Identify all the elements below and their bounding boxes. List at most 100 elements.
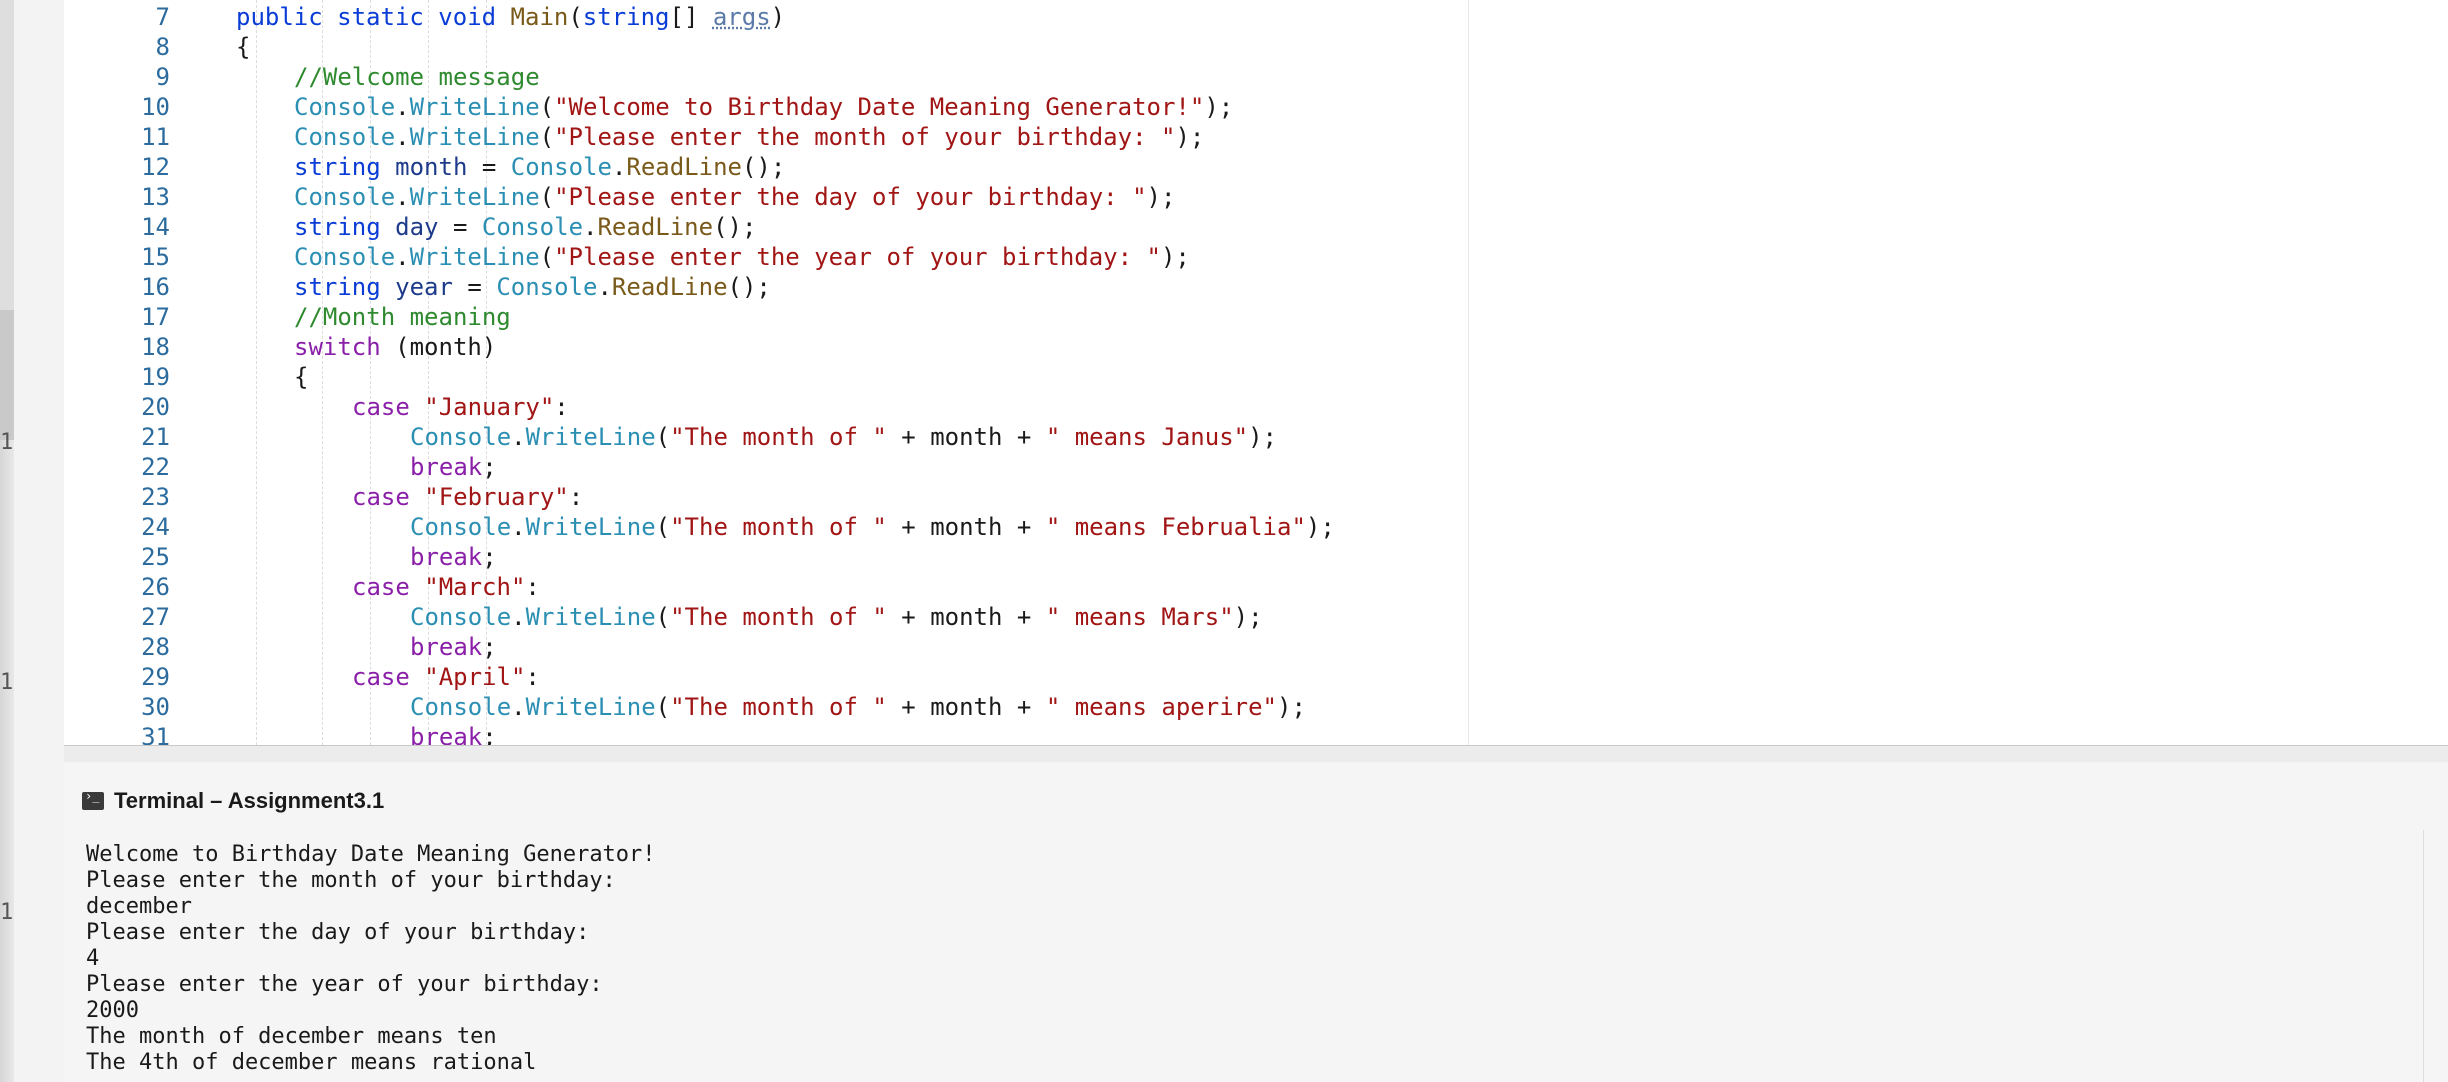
code-line[interactable]: 20 case "January": bbox=[64, 392, 2448, 422]
panel-splitter[interactable] bbox=[64, 745, 2448, 763]
code-token: ; bbox=[482, 453, 497, 481]
code-token: Console bbox=[410, 513, 512, 541]
code-token: "February" bbox=[424, 483, 569, 511]
code-token: string bbox=[294, 153, 396, 181]
code-line[interactable]: 11 Console.WriteLine("Please enter the mo… bbox=[64, 122, 2448, 152]
code-line[interactable]: 28 break; bbox=[64, 632, 2448, 662]
code-line[interactable]: 23 case "February": bbox=[64, 482, 2448, 512]
line-number: 31 bbox=[141, 723, 170, 745]
code-line[interactable]: 14 string day = Console.ReadLine(); bbox=[64, 212, 2448, 242]
line-number: 21 bbox=[141, 423, 170, 451]
code-token: = bbox=[438, 213, 482, 241]
code-token: . bbox=[583, 213, 598, 241]
code-line[interactable]: 21 Console.WriteLine("The month of " + mo… bbox=[64, 422, 2448, 452]
code-token: ; bbox=[482, 543, 497, 571]
code-token: break bbox=[410, 723, 483, 745]
code-token: "Please enter the day of your birthday: … bbox=[554, 183, 1147, 211]
terminal-output-line: The month of december means ten bbox=[86, 1024, 497, 1049]
line-number: 24 bbox=[141, 513, 170, 541]
line-number: 16 bbox=[141, 273, 170, 301]
code-line[interactable]: 13 Console.WriteLine("Please enter the da… bbox=[64, 182, 2448, 212]
line-number: 19 bbox=[141, 363, 170, 391]
code-line[interactable]: 31 break; bbox=[64, 722, 2448, 745]
terminal-output-line: 2000 bbox=[86, 998, 139, 1023]
line-number: 27 bbox=[141, 603, 170, 631]
code-text: break; bbox=[410, 632, 497, 662]
code-line[interactable]: 16 string year = Console.ReadLine(); bbox=[64, 272, 2448, 302]
code-token: WriteLine bbox=[525, 423, 656, 451]
code-token: Console bbox=[294, 183, 396, 211]
code-token: ( bbox=[655, 423, 671, 451]
code-token: (); bbox=[727, 273, 771, 301]
code-editor[interactable]: 7 public static void Main(string[] args) 8… bbox=[64, 0, 2448, 745]
code-token: = bbox=[452, 273, 497, 301]
code-text: case "January": bbox=[352, 392, 569, 422]
code-token: case bbox=[352, 663, 425, 691]
code-line[interactable]: 12 string month = Console.ReadLine(); bbox=[64, 152, 2448, 182]
code-text: Console.WriteLine("The month of " + mont… bbox=[410, 512, 1335, 542]
code-line[interactable]: 9 //Welcome message bbox=[64, 62, 2448, 92]
code-token: day bbox=[395, 213, 439, 241]
code-token: + month + bbox=[886, 693, 1046, 721]
code-token: ( bbox=[539, 243, 555, 271]
code-token: ReadLine bbox=[611, 273, 728, 301]
code-token: . bbox=[395, 93, 410, 121]
code-token: Console bbox=[410, 423, 512, 451]
code-line[interactable]: 7 public static void Main(string[] args) bbox=[64, 2, 2448, 32]
terminal-scrollbar[interactable] bbox=[2423, 830, 2430, 1082]
code-line[interactable]: 17 //Month meaning bbox=[64, 302, 2448, 332]
code-token: : bbox=[554, 393, 569, 421]
terminal-panel[interactable]: Terminal – Assignment3.1 Welcome to Birt… bbox=[64, 762, 2448, 1082]
code-line[interactable]: 10 Console.WriteLine("Welcome to Birthday… bbox=[64, 92, 2448, 122]
line-number: 30 bbox=[141, 693, 170, 721]
code-line[interactable]: 27 Console.WriteLine("The month of " + mo… bbox=[64, 602, 2448, 632]
code-text: string month = Console.ReadLine(); bbox=[294, 152, 785, 182]
code-token: Console bbox=[294, 243, 396, 271]
code-text: string year = Console.ReadLine(); bbox=[294, 272, 771, 302]
code-line[interactable]: 22 break; bbox=[64, 452, 2448, 482]
code-line[interactable]: 19 { bbox=[64, 362, 2448, 392]
code-text: string day = Console.ReadLine(); bbox=[294, 212, 756, 242]
code-token: "Welcome to Birthday Date Meaning Genera… bbox=[554, 93, 1205, 121]
code-token: Console bbox=[496, 273, 598, 301]
line-number: 7 bbox=[155, 3, 170, 31]
code-token: ); bbox=[1160, 243, 1190, 271]
code-token: WriteLine bbox=[525, 693, 656, 721]
code-token: case bbox=[352, 573, 425, 601]
code-token: ); bbox=[1248, 423, 1278, 451]
code-token: ( bbox=[655, 603, 671, 631]
code-token: WriteLine bbox=[409, 243, 540, 271]
code-token: case bbox=[352, 483, 425, 511]
code-token: : bbox=[525, 573, 540, 601]
line-number: 28 bbox=[141, 633, 170, 661]
terminal-output[interactable]: Welcome to Birthday Date Meaning Generat… bbox=[86, 842, 2416, 1082]
code-line[interactable]: 18 switch (month) bbox=[64, 332, 2448, 362]
code-token: { bbox=[294, 363, 309, 391]
code-line[interactable]: 15 Console.WriteLine("Please enter the ye… bbox=[64, 242, 2448, 272]
code-token: . bbox=[511, 513, 526, 541]
code-token: month bbox=[395, 153, 468, 181]
code-token: + month + bbox=[886, 513, 1046, 541]
code-line[interactable]: 8{ bbox=[64, 32, 2448, 62]
code-token: (); bbox=[713, 213, 757, 241]
code-token: WriteLine bbox=[525, 513, 656, 541]
background-window-strip: 1: 14 1! bbox=[0, 0, 27, 1082]
code-token: ); bbox=[1233, 603, 1263, 631]
code-line[interactable]: 26 case "March": bbox=[64, 572, 2448, 602]
code-line[interactable]: 29 case "April": bbox=[64, 662, 2448, 692]
code-token: . bbox=[511, 423, 526, 451]
code-line[interactable]: 24 Console.WriteLine("The month of " + mo… bbox=[64, 512, 2448, 542]
code-token: ); bbox=[1175, 123, 1205, 151]
code-line[interactable]: 30 Console.WriteLine("The month of " + mo… bbox=[64, 692, 2448, 722]
code-token: ); bbox=[1146, 183, 1176, 211]
code-token: " means Janus" bbox=[1045, 423, 1249, 451]
code-token: : bbox=[525, 663, 540, 691]
line-number: 18 bbox=[141, 333, 170, 361]
code-text: switch (month) bbox=[294, 332, 496, 362]
code-text: Console.WriteLine("The month of " + mont… bbox=[410, 422, 1277, 452]
terminal-output-line: december bbox=[86, 894, 192, 919]
code-token: string bbox=[294, 213, 396, 241]
code-line[interactable]: 25 break; bbox=[64, 542, 2448, 572]
code-text: break; bbox=[410, 452, 497, 482]
code-text: case "March": bbox=[352, 572, 540, 602]
